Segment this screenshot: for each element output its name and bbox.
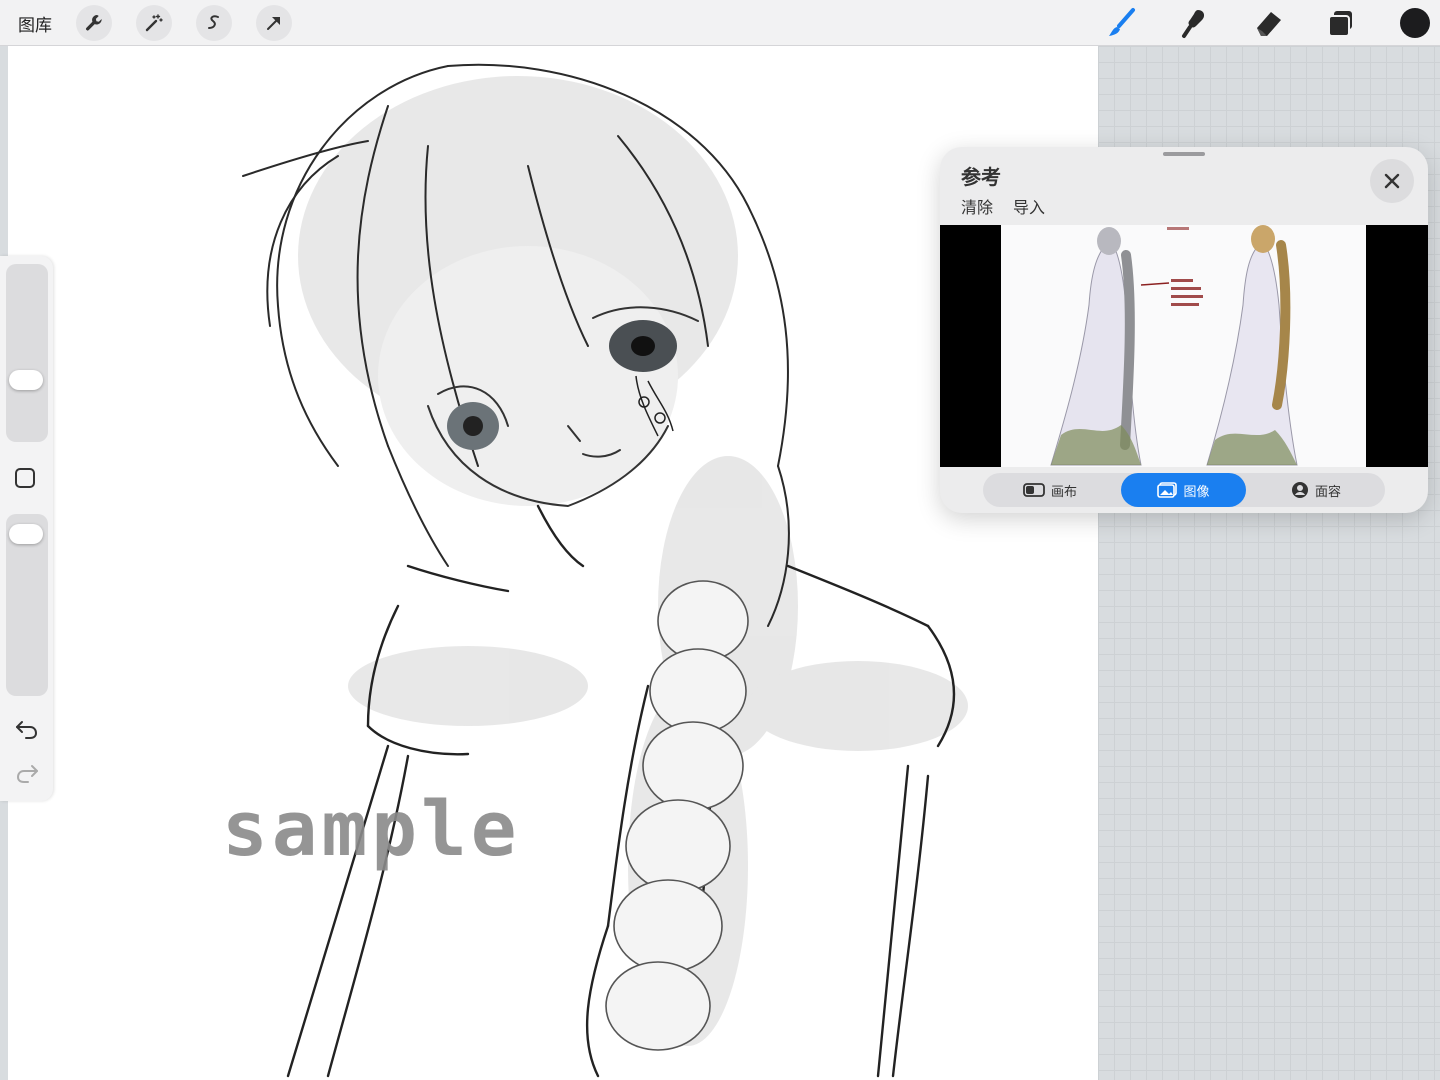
canvas-toggle-icon xyxy=(1023,483,1045,497)
tab-image[interactable]: 图像 xyxy=(1121,473,1246,507)
brush-icon[interactable] xyxy=(1103,4,1141,42)
reference-image xyxy=(1001,225,1366,467)
import-button[interactable]: 导入 xyxy=(1013,194,1045,218)
drag-handle[interactable] xyxy=(1163,152,1205,156)
tab-image-label: 图像 xyxy=(1183,484,1210,500)
eraser-icon[interactable] xyxy=(1249,4,1287,42)
tab-face[interactable]: 面容 xyxy=(1251,473,1381,507)
magic-wand-icon[interactable] xyxy=(136,5,172,41)
drawing-canvas[interactable]: sample xyxy=(8,46,1098,1080)
selection-icon[interactable] xyxy=(196,5,232,41)
sample-watermark: sample xyxy=(222,784,521,873)
reference-mode-tabs: 画布 图像 面容 xyxy=(983,473,1385,507)
redo-icon[interactable] xyxy=(14,762,40,784)
clear-button[interactable]: 清除 xyxy=(961,194,993,218)
opacity-slider[interactable] xyxy=(6,514,48,696)
transform-arrow-icon[interactable] xyxy=(256,5,292,41)
undo-icon[interactable] xyxy=(14,718,40,740)
tab-canvas[interactable]: 画布 xyxy=(985,473,1115,507)
sketch-artwork xyxy=(242,63,968,1078)
reference-panel[interactable]: 参考 清除 导入 画布 图像 面容 xyxy=(940,147,1428,513)
smudge-icon[interactable] xyxy=(1176,4,1214,42)
brush-size-thumb[interactable] xyxy=(9,370,43,390)
left-sidebar xyxy=(0,256,53,801)
wrench-icon[interactable] xyxy=(76,5,112,41)
square-modifier-icon[interactable] xyxy=(15,468,35,488)
tab-face-label: 面容 xyxy=(1314,484,1341,500)
color-icon[interactable] xyxy=(1396,4,1434,42)
close-icon[interactable] xyxy=(1370,159,1414,203)
layers-icon[interactable] xyxy=(1322,4,1360,42)
brush-size-slider[interactable] xyxy=(6,264,48,442)
reference-image-view[interactable] xyxy=(940,225,1428,467)
top-toolbar: 图库 xyxy=(0,0,1440,46)
reference-title: 参考 xyxy=(961,165,1001,189)
tab-canvas-label: 画布 xyxy=(1050,484,1077,500)
image-icon xyxy=(1157,482,1178,498)
gallery-button[interactable]: 图库 xyxy=(18,11,52,36)
face-icon xyxy=(1291,482,1308,498)
opacity-thumb[interactable] xyxy=(9,524,43,544)
